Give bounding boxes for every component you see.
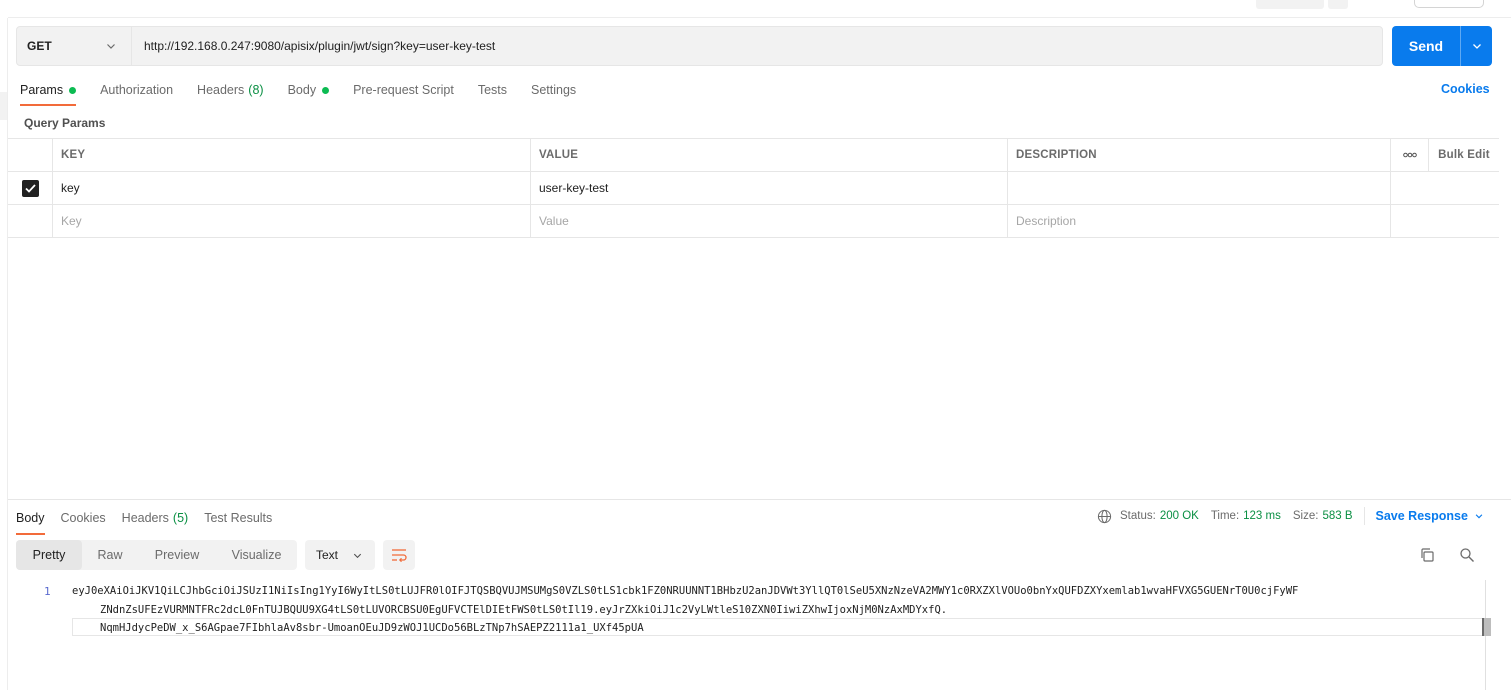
- param-description-cell[interactable]: [1008, 172, 1391, 204]
- format-raw-button[interactable]: Raw: [82, 540, 138, 570]
- param-key-cell[interactable]: key: [53, 172, 531, 204]
- new-param-check-cell: [8, 205, 53, 237]
- response-tab-cookies-label: Cookies: [60, 511, 106, 525]
- response-body-line: eyJ0eXAiOiJKV1QiLCJhbGciOiJSUzI1NiIsIng1…: [72, 585, 1299, 597]
- table-row-new: Key Value Description: [8, 205, 1499, 238]
- response-type-select[interactable]: Text: [305, 540, 375, 570]
- query-params-heading: Query Params: [24, 116, 106, 130]
- body-active-indicator: [322, 86, 330, 94]
- top-toolbar-control[interactable]: [1256, 0, 1324, 9]
- row-spacer: [1391, 172, 1499, 204]
- tab-settings[interactable]: Settings: [531, 80, 576, 100]
- new-param-value-input[interactable]: Value: [531, 205, 1008, 237]
- tab-authorization[interactable]: Authorization: [100, 80, 173, 100]
- send-button-group: Send: [1392, 26, 1492, 66]
- bulk-edit-button[interactable]: Bulk Edit: [1429, 139, 1499, 171]
- wrap-lines-button[interactable]: [383, 540, 415, 570]
- method-label: GET: [27, 39, 52, 53]
- row-spacer: [1391, 205, 1499, 237]
- checkmark-icon: [24, 183, 36, 193]
- tab-body[interactable]: Body: [288, 80, 330, 100]
- query-params-table: KEY VALUE DESCRIPTION Bulk Edit key user…: [8, 138, 1499, 238]
- globe-icon[interactable]: [1097, 509, 1112, 524]
- line-number: 1: [44, 585, 51, 598]
- tab-headers[interactable]: Headers (8): [197, 80, 264, 100]
- tab-settings-label: Settings: [531, 83, 577, 97]
- tab-headers-label: Headers: [197, 83, 245, 97]
- response-meta: Status: 200 OK Time: 123 ms Size: 583 B …: [1097, 507, 1484, 525]
- status-label: Status:: [1120, 510, 1156, 522]
- response-tab-body-label: Body: [16, 511, 45, 525]
- status-value: 200 OK: [1159, 510, 1199, 522]
- size-label: Size:: [1292, 510, 1319, 522]
- response-format-switcher: Pretty Raw Preview Visualize: [16, 540, 297, 570]
- response-tab-test-results-label: Test Results: [204, 511, 273, 525]
- response-pane-divider[interactable]: [8, 499, 1511, 500]
- new-param-key-input[interactable]: Key: [53, 205, 531, 237]
- response-body-editor[interactable]: 1 eyJ0eXAiOiJKV1QiLCJhbGciOiJSUzI1NiIsIn…: [8, 580, 1500, 690]
- params-active-indicator: [69, 86, 77, 94]
- response-tabs: Body Cookies Headers (5) Test Results: [16, 508, 288, 535]
- tab-tests[interactable]: Tests: [478, 80, 507, 100]
- tab-pre-request-label: Pre-request Script: [353, 83, 454, 97]
- time-value: 123 ms: [1243, 510, 1281, 522]
- response-tab-headers-label: Headers: [121, 511, 169, 525]
- response-tab-cookies[interactable]: Cookies: [61, 508, 106, 528]
- meta-separator: [1363, 507, 1365, 525]
- more-options-icon: [1402, 152, 1417, 158]
- request-tabs: Params Authorization Headers (8) Body Pr…: [20, 80, 600, 106]
- response-headers-count: (5): [172, 511, 189, 525]
- tab-authorization-label: Authorization: [100, 83, 174, 97]
- response-type-label: Text: [316, 548, 339, 562]
- param-enabled-cell: [8, 172, 53, 204]
- url-input[interactable]: [132, 27, 1382, 65]
- column-header-key: KEY: [53, 139, 531, 171]
- editor-scrollbar-thumb[interactable]: [1482, 618, 1491, 636]
- save-response-label: Save Response: [1375, 509, 1468, 523]
- size-value: 583 B: [1322, 510, 1353, 522]
- request-url-bar: GET: [16, 26, 1383, 66]
- format-visualize-button[interactable]: Visualize: [216, 540, 297, 570]
- method-select[interactable]: GET: [17, 27, 132, 65]
- tab-body-label: Body: [287, 83, 317, 97]
- header-check-cell: [8, 139, 53, 171]
- chevron-down-icon: [107, 44, 115, 49]
- column-header-description: DESCRIPTION: [1008, 139, 1391, 171]
- response-tab-body[interactable]: Body: [16, 508, 45, 535]
- tab-params[interactable]: Params: [20, 80, 77, 106]
- param-enabled-checkbox[interactable]: [21, 179, 39, 197]
- postman-window: GET Send Params Authorization Headers (8…: [0, 0, 1511, 690]
- chevron-down-icon: [353, 553, 362, 558]
- column-header-value: VALUE: [531, 139, 1008, 171]
- table-row: key user-key-test: [8, 172, 1499, 205]
- headers-count: (8): [248, 83, 264, 97]
- send-dropdown-button[interactable]: [1461, 26, 1492, 66]
- top-toolbar-control[interactable]: [1328, 0, 1348, 9]
- tab-pre-request-script[interactable]: Pre-request Script: [353, 80, 454, 100]
- response-body-line: NqmHJdycPeDW_x_S6AGpae7FIbhlaAv8sbr-Umoa…: [100, 622, 644, 634]
- response-tab-test-results[interactable]: Test Results: [204, 508, 272, 528]
- tab-params-label: Params: [20, 83, 64, 97]
- wrap-lines-icon: [392, 549, 407, 562]
- cookies-link[interactable]: Cookies: [1441, 82, 1490, 96]
- chevron-down-icon: [1472, 44, 1481, 49]
- time-label: Time:: [1210, 510, 1240, 522]
- format-pretty-button[interactable]: Pretty: [16, 540, 82, 570]
- tab-tests-label: Tests: [477, 83, 507, 97]
- copy-icon[interactable]: [1419, 547, 1435, 563]
- response-body-line: ZNdnZsUFEzVURMNTFRc2dcL0FnTUJBQUU9XG4tLS…: [100, 604, 948, 616]
- more-options-button[interactable]: [1391, 139, 1429, 171]
- top-toolbar-button[interactable]: [1414, 0, 1484, 8]
- format-preview-button[interactable]: Preview: [138, 540, 216, 570]
- send-button[interactable]: Send: [1392, 26, 1460, 66]
- save-response-button[interactable]: Save Response: [1376, 509, 1484, 523]
- chevron-down-icon: [1475, 514, 1483, 519]
- response-tab-headers[interactable]: Headers (5): [122, 508, 189, 528]
- search-icon[interactable]: [1459, 547, 1475, 563]
- param-value-cell[interactable]: user-key-test: [531, 172, 1008, 204]
- table-header-row: KEY VALUE DESCRIPTION Bulk Edit: [8, 139, 1499, 172]
- new-param-description-input[interactable]: Description: [1008, 205, 1391, 237]
